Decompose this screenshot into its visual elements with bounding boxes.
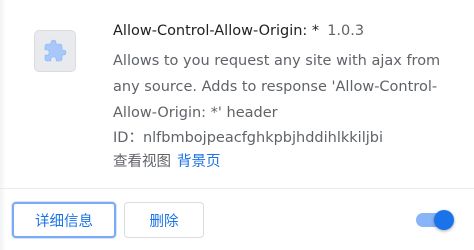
remove-button[interactable]: 删除 [124,202,204,238]
card-divider [0,188,474,189]
inspect-views-label: 查看视图 [113,154,171,170]
puzzle-piece-glyph [44,39,67,62]
inspect-views-row: 查看视图 背景页 [113,150,221,171]
enable-toggle[interactable] [416,208,454,232]
extension-id-label: ID： [113,130,143,146]
extension-card: Allow-Control-Allow-Origin: * 1.0.3 Allow… [0,0,474,250]
puzzle-piece-icon [34,30,76,72]
toggle-knob [434,210,454,230]
extension-id: ID：nlfbmbojpeacfghkpbjhddihlkkiljbi [113,126,383,147]
extension-id-value: nlfbmbojpeacfghkpbjhddihlkkiljbi [142,130,383,146]
extension-description: Allows to you request any site with ajax… [113,53,441,121]
background-page-link[interactable]: 背景页 [177,154,221,170]
extension-name: Allow-Control-Allow-Origin: * [113,23,320,39]
extension-version: 1.0.3 [327,23,365,39]
details-button[interactable]: 详细信息 [12,202,116,238]
card-edge-shadow [0,0,6,250]
extension-title-row: Allow-Control-Allow-Origin: * 1.0.3 [113,23,364,39]
